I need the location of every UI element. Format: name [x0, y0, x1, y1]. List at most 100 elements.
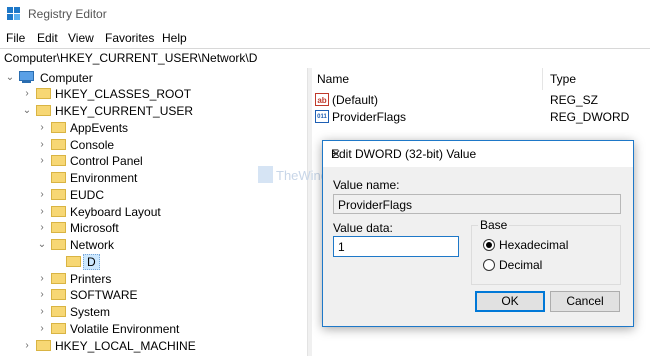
folder-icon [51, 306, 66, 317]
folder-icon [51, 139, 66, 150]
chevron-right-icon[interactable]: › [37, 320, 47, 337]
column-header-type[interactable]: Type [550, 72, 576, 86]
tree-item[interactable]: › System [0, 303, 300, 320]
tree-label[interactable]: System [70, 305, 110, 319]
tree-item-hkey-local-machine[interactable]: › HKEY_LOCAL_MACHINE [0, 337, 300, 354]
tree-label[interactable]: Printers [70, 272, 111, 286]
chevron-right-icon[interactable]: › [37, 270, 47, 287]
watermark-logo-icon [258, 166, 273, 183]
chevron-right-icon[interactable]: › [37, 186, 47, 203]
menu-favorites[interactable]: Favorites [105, 31, 154, 45]
dialog-title-bar[interactable]: Edit DWORD (32-bit) Value ✕ [323, 141, 633, 167]
value-data-input[interactable]: 1 [333, 236, 459, 257]
folder-icon [36, 88, 51, 99]
tree-label[interactable]: Network [70, 238, 114, 252]
tree-label[interactable]: Environment [70, 171, 137, 185]
column-header-name[interactable]: Name [317, 72, 349, 86]
chevron-down-icon[interactable]: ⌄ [37, 236, 47, 253]
decimal-label[interactable]: Decimal [499, 258, 542, 272]
tree-label[interactable]: EUDC [70, 188, 104, 202]
folder-icon [36, 105, 51, 116]
chevron-right-icon[interactable]: › [37, 303, 47, 320]
tree-item-network[interactable]: ⌄ Network [0, 236, 300, 253]
edit-dword-dialog: Edit DWORD (32-bit) Value ✕ Value name: … [322, 140, 634, 327]
chevron-right-icon[interactable]: › [37, 203, 47, 220]
folder-icon [51, 206, 66, 217]
value-name-field[interactable]: ProviderFlags [333, 194, 621, 214]
menu-bar: File Edit View Favorites Help [0, 28, 650, 48]
folder-icon [51, 155, 66, 166]
tree-item[interactable]: › AppEvents [0, 119, 300, 136]
value-row[interactable]: 011 ProviderFlags REG_DWORD [315, 109, 635, 126]
computer-stand-icon [22, 81, 31, 83]
menu-help[interactable]: Help [162, 31, 187, 45]
tree-item-hkey-current-user[interactable]: ⌄ HKEY_CURRENT_USER [0, 102, 300, 119]
tree-item[interactable]: › Volatile Environment [0, 320, 300, 337]
tree-item-computer[interactable]: ⌄ Computer [0, 69, 300, 86]
chevron-down-icon[interactable]: ⌄ [5, 69, 15, 86]
folder-icon [51, 273, 66, 284]
value-name-label: Value name: [333, 178, 400, 192]
chevron-right-icon[interactable]: › [37, 152, 47, 169]
chevron-right-icon[interactable]: › [37, 119, 47, 136]
column-divider[interactable] [542, 68, 543, 90]
chevron-down-icon[interactable]: ⌄ [22, 102, 32, 119]
tree-label[interactable]: Console [70, 138, 114, 152]
value-name-text: ProviderFlags [338, 198, 413, 212]
tree-label-computer[interactable]: Computer [40, 71, 93, 85]
folder-icon [36, 340, 51, 351]
address-bar[interactable]: Computer\HKEY_CURRENT_USER\Network\D [0, 48, 650, 69]
tree-item-d-selected[interactable]: D [0, 253, 300, 270]
tree-label[interactable]: HKEY_CLASSES_ROOT [55, 87, 191, 101]
tree-item[interactable]: › SOFTWARE [0, 286, 300, 303]
menu-file[interactable]: File [6, 31, 25, 45]
tree-label[interactable]: SOFTWARE [70, 288, 138, 302]
tree-item[interactable]: Environment [0, 169, 300, 186]
chevron-right-icon[interactable]: › [22, 85, 32, 102]
tree-label[interactable]: HKEY_LOCAL_MACHINE [55, 339, 196, 353]
tree-item-hkey-classes-root[interactable]: › HKEY_CLASSES_ROOT [0, 85, 300, 102]
value-data-text: 1 [338, 240, 345, 254]
hexadecimal-radio[interactable] [483, 239, 495, 251]
binary-value-icon: 011 [315, 110, 329, 123]
title-bar: Registry Editor [0, 0, 650, 28]
tree-item[interactable]: › Control Panel [0, 152, 300, 169]
value-data-label: Value data: [333, 221, 393, 235]
tree-label[interactable]: AppEvents [70, 121, 128, 135]
value-row[interactable]: ab (Default) REG_SZ [315, 92, 635, 109]
tree-item[interactable]: › Microsoft [0, 219, 300, 236]
address-path[interactable]: Computer\HKEY_CURRENT_USER\Network\D [4, 51, 257, 65]
tree-item[interactable]: › EUDC [0, 186, 300, 203]
folder-icon [51, 323, 66, 334]
chevron-right-icon[interactable]: › [22, 337, 32, 354]
tree-label[interactable]: Control Panel [70, 154, 143, 168]
chevron-right-icon[interactable]: › [37, 136, 47, 153]
base-group [471, 225, 621, 285]
tree-item[interactable]: › Keyboard Layout [0, 203, 300, 220]
hexadecimal-label[interactable]: Hexadecimal [499, 238, 568, 252]
folder-icon [51, 289, 66, 300]
registry-tree[interactable]: ⌄ Computer › HKEY_CLASSES_ROOT ⌄ HKEY_CU… [0, 68, 307, 356]
folder-icon [51, 172, 66, 183]
decimal-radio[interactable] [483, 259, 495, 271]
close-icon[interactable]: ✕ [331, 147, 623, 161]
tree-label[interactable]: Microsoft [70, 221, 119, 235]
menu-view[interactable]: View [68, 31, 94, 45]
tree-label[interactable]: D [83, 254, 100, 270]
folder-icon [51, 222, 66, 233]
tree-label[interactable]: Volatile Environment [70, 322, 179, 336]
value-name: (Default) [332, 93, 379, 107]
folder-icon [51, 122, 66, 133]
chevron-right-icon[interactable]: › [37, 286, 47, 303]
folder-icon [51, 189, 66, 200]
cancel-button[interactable]: Cancel [550, 291, 620, 312]
menu-edit[interactable]: Edit [37, 31, 58, 45]
tree-label[interactable]: HKEY_CURRENT_USER [55, 104, 193, 118]
ok-button[interactable]: OK [475, 291, 545, 312]
tree-item[interactable]: › Printers [0, 270, 300, 287]
tree-label[interactable]: Keyboard Layout [70, 205, 161, 219]
folder-open-icon [66, 256, 81, 267]
tree-item[interactable]: › Console [0, 136, 300, 153]
chevron-right-icon[interactable]: › [37, 219, 47, 236]
value-name: ProviderFlags [332, 110, 407, 124]
